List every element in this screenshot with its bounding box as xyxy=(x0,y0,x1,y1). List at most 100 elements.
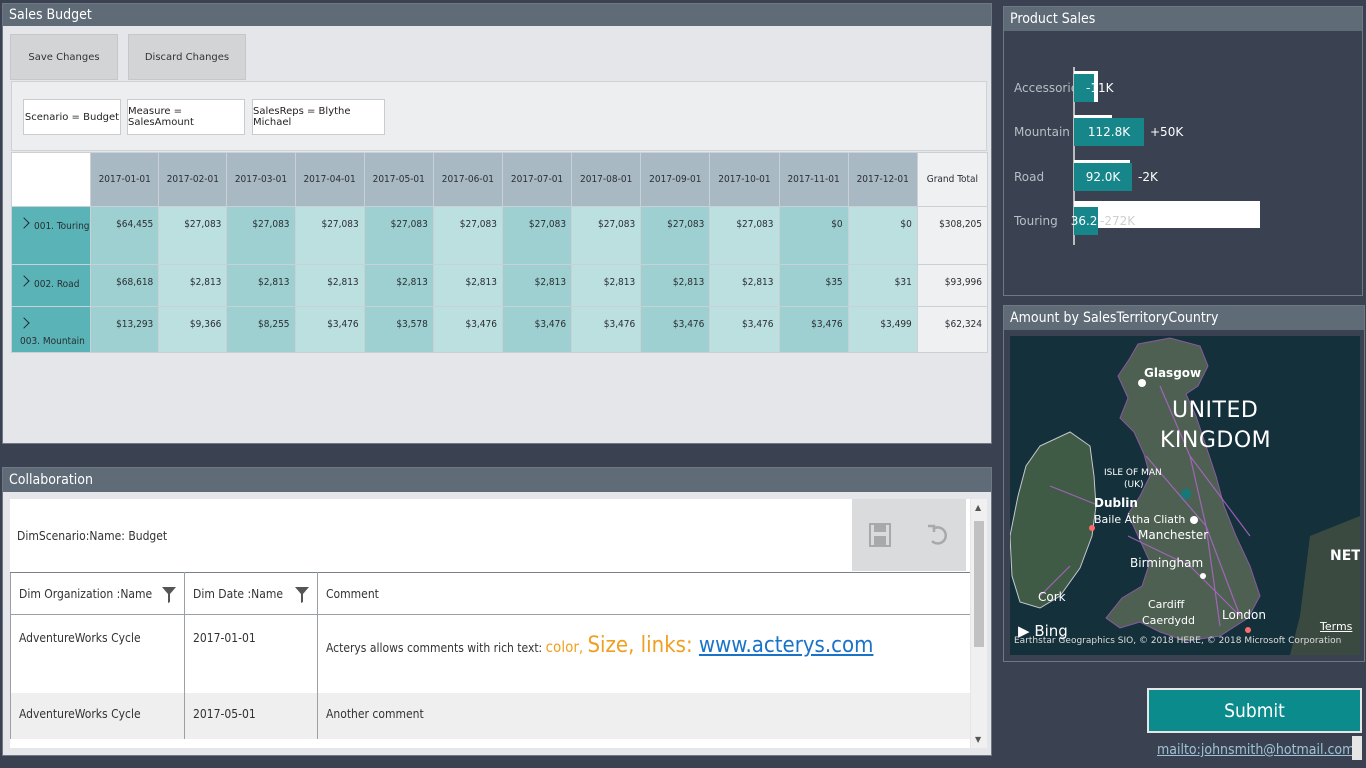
row-header[interactable]: 003. Mountain xyxy=(10,306,92,353)
comment-cell[interactable]: Another comment xyxy=(317,692,970,739)
grand-total-header[interactable]: Grand Total xyxy=(916,152,989,207)
column-header[interactable]: 2017-10-01 xyxy=(709,152,780,207)
value-cell[interactable]: $27,083 xyxy=(363,206,434,265)
value-cell[interactable]: $27,083 xyxy=(571,206,642,265)
value-cell[interactable]: $2,813 xyxy=(640,264,711,307)
value-cell[interactable]: $3,476 xyxy=(640,306,711,353)
value-cell[interactable]: $3,578 xyxy=(363,306,434,353)
chevron-right-icon[interactable] xyxy=(18,317,30,329)
save-comment-button[interactable] xyxy=(852,499,908,571)
chevron-right-icon[interactable] xyxy=(18,217,30,229)
value-cell[interactable]: $2,813 xyxy=(294,264,365,307)
filter-chip-measure[interactable]: Measure = SalesAmount xyxy=(127,99,245,135)
undo-button[interactable] xyxy=(908,499,966,571)
column-header[interactable]: 2017-09-01 xyxy=(640,152,711,207)
column-header[interactable]: 2017-08-01 xyxy=(571,152,642,207)
value-cell[interactable]: $3,476 xyxy=(294,306,365,353)
header-organization[interactable]: Dim Organization :Name xyxy=(10,572,185,615)
scroll-down-icon[interactable]: ▼ xyxy=(975,735,981,744)
value-cell[interactable]: $3,476 xyxy=(571,306,642,353)
column-header[interactable]: 2017-06-01 xyxy=(432,152,503,207)
value-cell[interactable]: $27,083 xyxy=(158,206,228,265)
table-row[interactable]: 001. Touring $64,455 $27,083 $27,083 $27,083… xyxy=(10,206,989,265)
london-marker[interactable] xyxy=(1245,627,1251,633)
column-header[interactable]: 2017-05-01 xyxy=(363,152,434,207)
value-cell[interactable]: $35 xyxy=(778,264,849,307)
org-cell[interactable]: AdventureWorks Cycle xyxy=(10,614,185,693)
column-header[interactable]: 2017-12-01 xyxy=(847,152,918,207)
map-view[interactable]: Glasgow UNITED KINGDOM ISLE OF MAN (UK) … xyxy=(1010,336,1360,655)
birmingham-marker[interactable] xyxy=(1200,573,1206,579)
grand-total-cell[interactable]: $308,205 xyxy=(916,206,989,265)
acterys-link[interactable]: www.acterys.com xyxy=(699,633,874,658)
table-row[interactable]: AdventureWorks Cycle 2017-01-01 Acterys … xyxy=(10,614,970,693)
scroll-up-icon[interactable]: ▲ xyxy=(975,503,981,512)
value-cell[interactable]: $3,476 xyxy=(432,306,503,353)
value-cell[interactable]: $27,083 xyxy=(640,206,711,265)
value-cell[interactable]: $2,813 xyxy=(363,264,434,307)
value-cell[interactable]: $3,476 xyxy=(709,306,780,353)
value-cell[interactable]: $27,083 xyxy=(432,206,503,265)
value-cell[interactable]: $9,366 xyxy=(158,306,228,353)
filter-chip-scenario[interactable]: Scenario = Budget xyxy=(23,99,121,135)
filter-icon[interactable] xyxy=(295,587,309,603)
org-cell[interactable]: AdventureWorks Cycle xyxy=(10,692,185,739)
value-cell[interactable]: $27,083 xyxy=(501,206,573,265)
value-cell[interactable]: $2,813 xyxy=(501,264,573,307)
value-cell[interactable]: $27,083 xyxy=(294,206,365,265)
submit-button[interactable]: Submit xyxy=(1147,688,1362,733)
value-cell[interactable]: $0 xyxy=(778,206,849,265)
date-cell[interactable]: 2017-01-01 xyxy=(184,614,318,693)
grand-total-cell[interactable]: $62,324 xyxy=(916,306,989,353)
scrollbar-thumb[interactable] xyxy=(974,521,984,647)
column-header[interactable]: 2017-11-01 xyxy=(778,152,849,207)
discard-changes-button[interactable]: Discard Changes xyxy=(128,34,246,80)
row-label: 001. Touring xyxy=(34,221,90,232)
data-bubble[interactable] xyxy=(1181,489,1191,499)
value-cell[interactable]: $2,813 xyxy=(158,264,228,307)
date-cell[interactable]: 2017-05-01 xyxy=(184,692,318,739)
table-row[interactable]: 003. Mountain $13,293 $9,366 $8,255 $3,476 $3… xyxy=(10,306,989,353)
value-cell[interactable]: $3,476 xyxy=(778,306,849,353)
column-header[interactable]: 2017-03-01 xyxy=(226,152,296,207)
value-cell[interactable]: $8,255 xyxy=(226,306,296,353)
value-cell[interactable]: $3,476 xyxy=(501,306,573,353)
budget-grid: 2017-01-01 2017-02-01 2017-03-01 2017-04… xyxy=(10,152,989,353)
header-comment[interactable]: Comment xyxy=(317,572,970,615)
glasgow-marker[interactable] xyxy=(1138,379,1146,387)
mailto-link[interactable]: mailto:johnsmith@hotmail.com xyxy=(1157,742,1354,758)
category-label: Mountain xyxy=(1014,125,1070,139)
column-header[interactable]: 2017-01-01 xyxy=(90,152,160,207)
filter-chip-salesreps[interactable]: SalesReps = Blythe Michael xyxy=(252,99,385,135)
value-cell[interactable]: $68,618 xyxy=(90,264,160,307)
value-cell[interactable]: $27,083 xyxy=(226,206,296,265)
column-header[interactable]: 2017-07-01 xyxy=(501,152,573,207)
value-cell[interactable]: $13,293 xyxy=(90,306,160,353)
row-header[interactable]: 001. Touring xyxy=(10,206,92,265)
chevron-right-icon[interactable] xyxy=(18,275,30,287)
row-header[interactable]: 002. Road xyxy=(10,264,92,307)
value-cell[interactable]: $2,813 xyxy=(709,264,780,307)
header-date[interactable]: Dim Date :Name xyxy=(184,572,318,615)
save-changes-button[interactable]: Save Changes xyxy=(10,34,118,80)
comment-cell[interactable]: Acterys allows comments with rich text: … xyxy=(317,614,970,693)
value-cell[interactable]: $3,499 xyxy=(847,306,918,353)
terms-link[interactable]: Terms xyxy=(1320,620,1352,633)
value-cell[interactable]: $31 xyxy=(847,264,918,307)
comments-scrollbar[interactable]: ▲ ▼ xyxy=(971,499,987,748)
column-header[interactable]: 2017-02-01 xyxy=(158,152,228,207)
value-cell[interactable]: $27,083 xyxy=(709,206,780,265)
value-cell[interactable]: $0 xyxy=(847,206,918,265)
manchester-marker[interactable] xyxy=(1190,516,1198,524)
table-row[interactable]: AdventureWorks Cycle 2017-05-01 Another … xyxy=(10,692,970,739)
grand-total-cell[interactable]: $93,996 xyxy=(916,264,989,307)
table-row[interactable]: 002. Road $68,618 $2,813 $2,813 $2,813 $2,813… xyxy=(10,264,989,307)
value-cell[interactable]: $2,813 xyxy=(432,264,503,307)
product-sales-title: Product Sales xyxy=(1004,7,1362,31)
filter-icon[interactable] xyxy=(162,587,176,603)
value-cell[interactable]: $2,813 xyxy=(226,264,296,307)
value-cell[interactable]: $2,813 xyxy=(571,264,642,307)
value-cell[interactable]: $64,455 xyxy=(90,206,160,265)
column-header[interactable]: 2017-04-01 xyxy=(294,152,365,207)
page-scrollbar[interactable] xyxy=(1352,736,1362,760)
